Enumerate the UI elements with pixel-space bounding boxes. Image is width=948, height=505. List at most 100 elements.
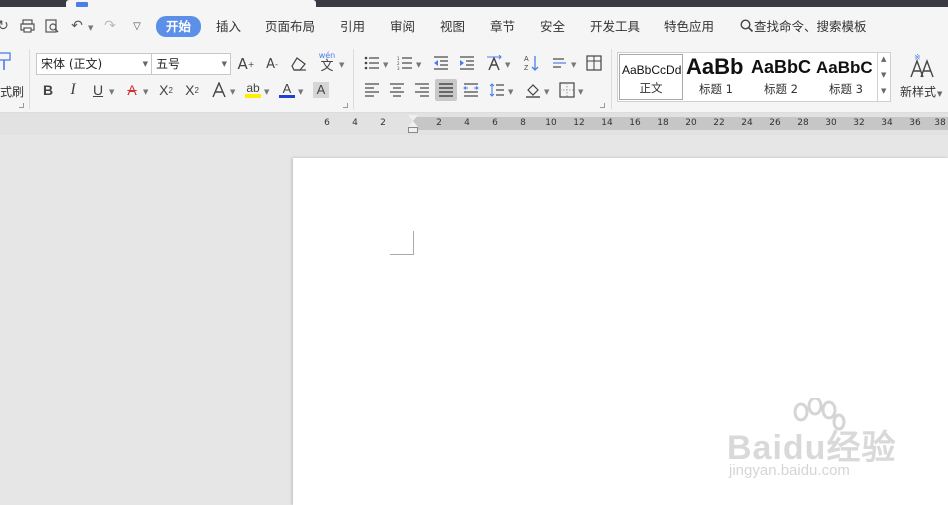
- ruler-tick: 28: [797, 118, 809, 128]
- change-case-dropdown-icon[interactable]: ▼: [505, 61, 510, 69]
- document-tab[interactable]: [66, 0, 316, 7]
- ruler-tick: 10: [545, 118, 557, 128]
- distributed-align-icon[interactable]: [460, 79, 482, 101]
- sort-icon[interactable]: AZ: [520, 52, 542, 74]
- style-heading-2[interactable]: AaBbC 标题 2: [749, 54, 813, 100]
- underline-dropdown-icon[interactable]: ▼: [109, 88, 114, 96]
- italic-icon[interactable]: I: [62, 79, 84, 101]
- new-style-icon[interactable]: ※: [908, 53, 938, 79]
- change-case-icon[interactable]: [483, 52, 505, 74]
- subscript-icon[interactable]: X2: [181, 79, 203, 101]
- font-group-launcher[interactable]: [343, 103, 348, 108]
- format-painter-label[interactable]: 式刷: [0, 83, 24, 100]
- strikethrough-icon[interactable]: A: [121, 79, 143, 101]
- tab-security[interactable]: 安全: [540, 17, 565, 37]
- clipboard-group-launcher[interactable]: [19, 103, 24, 108]
- margin-corner-mark: [390, 231, 414, 255]
- paragraph-group-launcher[interactable]: [600, 103, 605, 108]
- style-gallery-scroll[interactable]: ▲ ▼ ▼: [877, 53, 890, 101]
- borders-dropdown-icon[interactable]: ▼: [578, 88, 583, 96]
- style-heading-1[interactable]: AaBb 标题 1: [684, 54, 748, 100]
- chevron-down-icon: ▼: [142, 60, 148, 68]
- command-search[interactable]: 查找命令、搜索模板: [740, 17, 867, 37]
- font-size-select[interactable]: 五号 ▼: [151, 53, 231, 75]
- style-sample: AaBbCcDd: [622, 63, 682, 77]
- clear-formatting-icon[interactable]: [288, 53, 310, 75]
- tab-insert[interactable]: 插入: [216, 17, 241, 37]
- customize-dropdown-icon[interactable]: ▽: [128, 17, 146, 35]
- ruler-tick: 8: [520, 118, 526, 128]
- borders-icon[interactable]: [556, 79, 578, 101]
- redo-icon[interactable]: ↷: [101, 17, 119, 35]
- undo-dropdown-icon[interactable]: ▼: [88, 24, 93, 32]
- font-name-select[interactable]: 宋体 (正文) ▼: [36, 53, 152, 75]
- tab-developer[interactable]: 开发工具: [590, 17, 640, 37]
- tab-home[interactable]: 开始: [156, 16, 202, 37]
- text-effect-icon[interactable]: [208, 79, 230, 101]
- tab-section[interactable]: 章节: [490, 17, 515, 37]
- chevron-down-icon[interactable]: ▼: [881, 71, 886, 79]
- tab-references[interactable]: 引用: [340, 17, 365, 37]
- shading-dropdown-icon[interactable]: ▼: [544, 88, 549, 96]
- bullet-list-icon[interactable]: [361, 52, 383, 74]
- superscript-icon[interactable]: X2: [155, 79, 177, 101]
- increase-indent-icon[interactable]: [456, 52, 478, 74]
- numbering-dropdown-icon[interactable]: ▼: [416, 61, 421, 69]
- tab-special-features[interactable]: 特色应用: [664, 17, 714, 37]
- phonetic-guide-icon[interactable]: wén 文: [316, 52, 338, 74]
- marks-dropdown-icon[interactable]: ▼: [571, 61, 576, 69]
- font-color-icon[interactable]: A: [276, 79, 298, 101]
- bullet-dropdown-icon[interactable]: ▼: [383, 61, 388, 69]
- strikethrough-dropdown-icon[interactable]: ▼: [143, 88, 148, 96]
- print-preview-icon[interactable]: [43, 17, 61, 35]
- highlight-icon[interactable]: ab: [242, 79, 264, 101]
- style-normal[interactable]: AaBbCcDd 正文: [619, 54, 683, 100]
- highlight-dropdown-icon[interactable]: ▼: [264, 88, 269, 96]
- align-right-icon[interactable]: [411, 79, 433, 101]
- tab-view[interactable]: 视图: [440, 17, 465, 37]
- align-center-icon[interactable]: [386, 79, 408, 101]
- text-effect-dropdown-icon[interactable]: ▼: [230, 88, 235, 96]
- ruler-tick: 32: [853, 118, 865, 128]
- shading-icon[interactable]: [522, 79, 544, 101]
- justify-icon[interactable]: [435, 79, 457, 101]
- line-spacing-icon[interactable]: [486, 79, 508, 101]
- bold-icon[interactable]: B: [37, 79, 59, 101]
- grow-font-icon[interactable]: A +: [235, 53, 257, 75]
- show-hide-marks-icon[interactable]: [549, 52, 571, 74]
- ruler-tick: 18: [657, 118, 669, 128]
- new-style-label[interactable]: 新样式▼: [900, 83, 942, 100]
- tab-review[interactable]: 审阅: [390, 17, 415, 37]
- ruler-tick: 24: [741, 118, 753, 128]
- ruler-tick: 22: [713, 118, 725, 128]
- search-icon: [740, 19, 754, 33]
- print-icon[interactable]: [18, 17, 36, 35]
- shrink-font-icon[interactable]: A-: [261, 53, 283, 75]
- numbered-list-icon[interactable]: 123: [394, 52, 416, 74]
- separator: [611, 49, 612, 109]
- ruler-tick: 36: [909, 118, 921, 128]
- font-color-dropdown-icon[interactable]: ▼: [298, 88, 303, 96]
- line-spacing-dropdown-icon[interactable]: ▼: [508, 88, 513, 96]
- ruler-tick: 20: [685, 118, 697, 128]
- redo-partial-icon[interactable]: ↻: [0, 17, 12, 35]
- table-tools-icon[interactable]: [583, 52, 605, 74]
- tab-page-layout[interactable]: 页面布局: [265, 17, 315, 37]
- phonetic-dropdown-icon[interactable]: ▼: [339, 61, 344, 69]
- left-indent-handle[interactable]: [408, 127, 418, 133]
- svg-text:3: 3: [397, 66, 400, 70]
- style-sample: AaBbC: [816, 58, 873, 77]
- align-left-icon[interactable]: [361, 79, 383, 101]
- more-styles-icon[interactable]: ▼: [881, 87, 886, 95]
- undo-icon[interactable]: ↶: [68, 17, 86, 35]
- horizontal-ruler[interactable]: 6 4 2 2 4 6 8 10 12 14 16 18 20 22 24 26…: [0, 113, 948, 135]
- ribbon: 式刷 宋体 (正文) ▼ 五号 ▼ A + A- wén 文 ▼ B I U ▼ A ▼…: [0, 45, 948, 113]
- ruler-tick: 4: [352, 118, 358, 128]
- character-shading-icon[interactable]: A: [310, 79, 332, 101]
- chevron-up-icon[interactable]: ▲: [881, 55, 886, 63]
- underline-icon[interactable]: U: [87, 79, 109, 101]
- style-heading-3[interactable]: AaBbC 标题 3: [814, 54, 878, 100]
- decrease-indent-icon[interactable]: [430, 52, 452, 74]
- ruler-tick: 34: [881, 118, 893, 128]
- format-painter-icon[interactable]: [0, 50, 14, 74]
